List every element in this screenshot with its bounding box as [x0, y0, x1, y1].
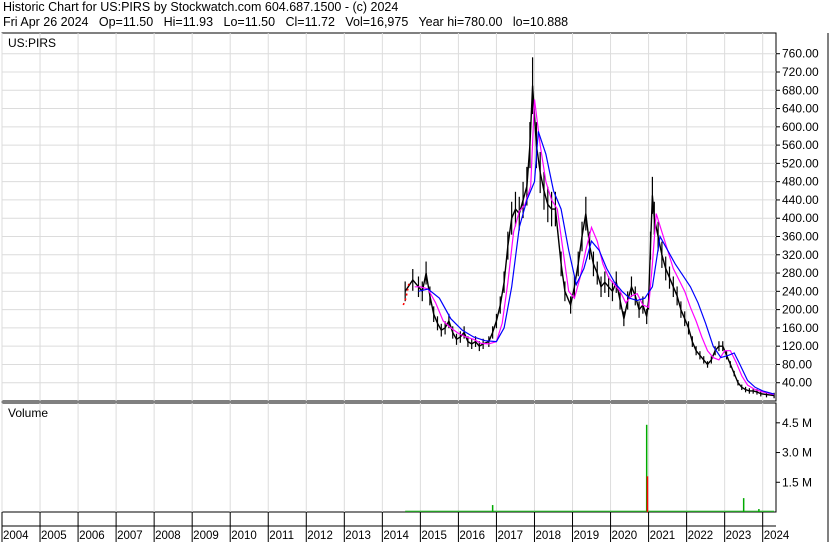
- year-label: 2019: [574, 530, 600, 542]
- price-tick-label: 520.00: [782, 156, 819, 170]
- volume-tick-label: 1.5 M: [782, 475, 812, 489]
- year-label: 2007: [117, 530, 143, 542]
- price-tick-label: 320.00: [782, 248, 819, 262]
- price-tick-label: 80.00: [782, 357, 812, 371]
- volume-tick-label: 3.0 M: [782, 446, 812, 460]
- price-tick-label: 280.00: [782, 266, 819, 280]
- year-label: 2010: [231, 530, 257, 542]
- year-label: 2013: [345, 530, 371, 542]
- price-tick-label: 720.00: [782, 65, 819, 79]
- symbol-label: US:PIRS: [8, 36, 56, 50]
- year-label: 2022: [688, 530, 714, 542]
- price-tick-label: 640.00: [782, 102, 819, 116]
- price-tick-label: 200.00: [782, 303, 819, 317]
- price-tick-label: 240.00: [782, 284, 819, 298]
- year-label: 2011: [269, 530, 294, 542]
- volume-baseline: [405, 510, 775, 512]
- year-label: 2018: [535, 530, 561, 542]
- stock-chart: 40.00 80.00 120.00 160.00 200.00 240.00 280.00…: [1, 32, 829, 542]
- year-label: 2014: [383, 530, 409, 542]
- price-tick-label: 560.00: [782, 138, 819, 152]
- price-tick-label: 120.00: [782, 339, 819, 353]
- price-tick-label: 480.00: [782, 175, 819, 189]
- year-label: 2006: [79, 530, 105, 542]
- year-label: 2017: [497, 530, 523, 542]
- year-label: 2020: [612, 530, 638, 542]
- volume-label: Volume: [8, 406, 48, 420]
- year-label: 2005: [41, 530, 67, 542]
- year-label: 2004: [3, 530, 29, 542]
- price-tick-label: 440.00: [782, 193, 819, 207]
- year-label: 2021: [650, 530, 676, 542]
- year-label: 2024: [764, 530, 790, 542]
- year-label: 2009: [193, 530, 219, 542]
- volume-panel: [1, 402, 777, 513]
- year-label: 2008: [155, 530, 181, 542]
- price-tick-label: 40.00: [782, 376, 812, 390]
- price-tick-label: 360.00: [782, 229, 819, 243]
- volume-tick-label: 4.5 M: [782, 416, 812, 430]
- price-tick-label: 400.00: [782, 211, 819, 225]
- year-label: 2015: [421, 530, 447, 542]
- price-tick-label: 760.00: [782, 47, 819, 61]
- year-label: 2016: [459, 530, 485, 542]
- chart-window: Historic Chart for US:PIRS by Stockwatch…: [0, 0, 830, 543]
- price-tick-label: 160.00: [782, 321, 819, 335]
- price-tick-label: 600.00: [782, 120, 819, 134]
- year-label: 2012: [307, 530, 333, 542]
- year-label: 2023: [726, 530, 752, 542]
- price-tick-label: 680.00: [782, 83, 819, 97]
